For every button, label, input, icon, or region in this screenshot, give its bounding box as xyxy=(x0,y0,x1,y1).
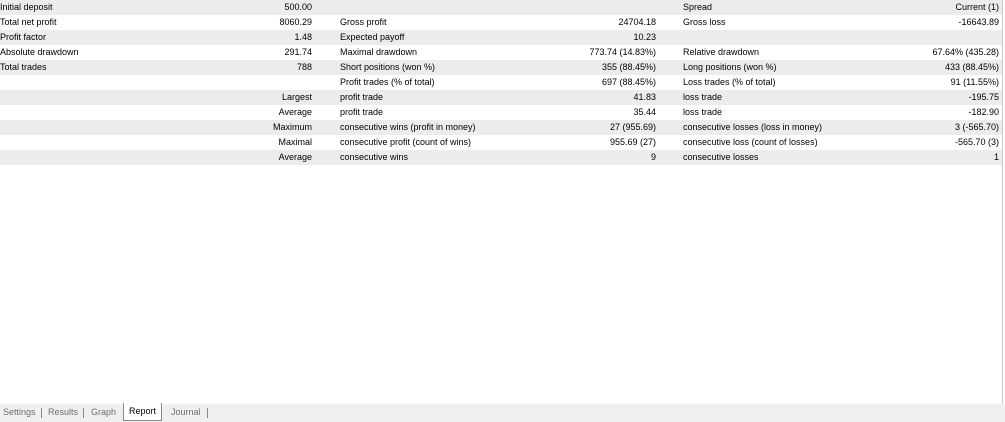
row-label: Total net profit xyxy=(0,17,57,27)
row-label-3: Gross loss xyxy=(683,17,726,27)
row-label-3: loss trade xyxy=(683,107,723,117)
row-label-3: loss trade xyxy=(683,92,723,102)
report-row-largest: Largest profit trade 41.83 loss trade -1… xyxy=(0,90,1002,105)
row-label: Total trades xyxy=(0,62,47,72)
row-value: 8060.29 xyxy=(279,17,312,27)
tab-separator xyxy=(207,408,208,418)
tab-settings[interactable]: Settings xyxy=(3,404,36,421)
row-value-2 xyxy=(560,0,656,15)
report-row-total-trades: Total trades 788 Short positions (won %)… xyxy=(0,60,1002,75)
row-value-2: 773.74 (14.83%) xyxy=(589,47,656,57)
row-value-3: Current (1) xyxy=(955,2,999,12)
row-label: Initial deposit xyxy=(0,2,53,12)
report-row-total-net-profit: Total net profit 8060.29 Gross profit 24… xyxy=(0,15,1002,30)
row-value-2: 27 (955.69) xyxy=(609,122,656,132)
row-value: Average xyxy=(278,152,312,162)
report-row-profit-trades: Profit trades (% of total) 697 (88.45%) … xyxy=(0,75,1002,90)
row-value: 291.74 xyxy=(284,47,312,57)
report-row-absolute-drawdown: Absolute drawdown 291.74 Maximal drawdow… xyxy=(0,45,1002,60)
row-label xyxy=(0,105,200,120)
row-label-3: consecutive losses (loss in money) xyxy=(683,122,823,132)
row-value: Maximum xyxy=(272,122,312,132)
row-value-3: -195.75 xyxy=(968,92,999,102)
row-value-3: 67.64% (435.28) xyxy=(932,47,999,57)
row-value: Largest xyxy=(281,92,312,102)
report-row-maximum: Maximum consecutive wins (profit in mone… xyxy=(0,120,1002,135)
row-label: Profit factor xyxy=(0,32,47,42)
row-label xyxy=(0,135,200,150)
row-value-3: 433 (88.45%) xyxy=(944,62,999,72)
row-value-2: 9 xyxy=(650,152,656,162)
report-row-maximal: Maximal consecutive profit (count of win… xyxy=(0,135,1002,150)
row-value-2: 697 (88.45%) xyxy=(601,77,656,87)
row-value xyxy=(200,75,312,90)
report-row-average-consecutive: Average consecutive wins 9 consecutive l… xyxy=(0,150,1002,165)
row-value-3 xyxy=(880,30,999,45)
row-value-2: 355 (88.45%) xyxy=(601,62,656,72)
row-value: 500.00 xyxy=(284,2,312,12)
row-value: Average xyxy=(278,107,312,117)
row-value-2: 35.44 xyxy=(633,107,656,117)
tab-report[interactable]: Report xyxy=(123,403,163,421)
row-value-3: -182.90 xyxy=(968,107,999,117)
row-value-2: 24704.18 xyxy=(618,17,656,27)
row-label xyxy=(0,90,200,105)
row-value: 788 xyxy=(296,62,312,72)
tab-graph[interactable]: Graph xyxy=(91,404,116,421)
row-value-3: -16643.89 xyxy=(958,17,999,27)
row-label xyxy=(0,75,200,90)
row-value-3: 1 xyxy=(993,152,999,162)
row-value-2: 955.69 (27) xyxy=(609,137,656,147)
row-value-3: 91 (11.55%) xyxy=(950,77,999,87)
tab-journal[interactable]: Journal xyxy=(171,404,201,421)
row-label xyxy=(0,150,200,165)
row-value-2: 41.83 xyxy=(633,92,656,102)
row-label-3: consecutive loss (count of losses) xyxy=(683,137,818,147)
tab-separator xyxy=(41,408,42,418)
row-value: Maximal xyxy=(278,137,312,147)
tab-results[interactable]: Results xyxy=(48,404,78,421)
row-label-3: Relative drawdown xyxy=(683,47,760,57)
report-row-average: Average profit trade 35.44 loss trade -1… xyxy=(0,105,1002,120)
row-label: Absolute drawdown xyxy=(0,47,79,57)
row-label-3: consecutive losses xyxy=(683,152,759,162)
report-row-profit-factor: Profit factor 1.48 Expected payoff 10.23 xyxy=(0,30,1002,45)
row-value: 1.48 xyxy=(294,32,312,42)
row-label-3 xyxy=(683,30,903,45)
row-label-3: Long positions (won %) xyxy=(683,62,777,72)
row-value-3: -565.70 (3) xyxy=(954,137,999,147)
report-row-initial-deposit: Initial deposit 500.00 Spread Current (1… xyxy=(0,0,1002,15)
row-label-3: Loss trades (% of total) xyxy=(683,77,776,87)
row-value-3: 3 (-565.70) xyxy=(954,122,999,132)
row-label xyxy=(0,120,200,135)
row-label-3: Spread xyxy=(683,2,713,12)
row-value-2: 10.23 xyxy=(633,32,656,42)
tab-separator xyxy=(83,408,84,418)
tester-tab-bar: Settings Results Graph Report Journal xyxy=(0,403,1005,422)
report-panel: Initial deposit 500.00 Spread Current (1… xyxy=(0,0,1003,405)
